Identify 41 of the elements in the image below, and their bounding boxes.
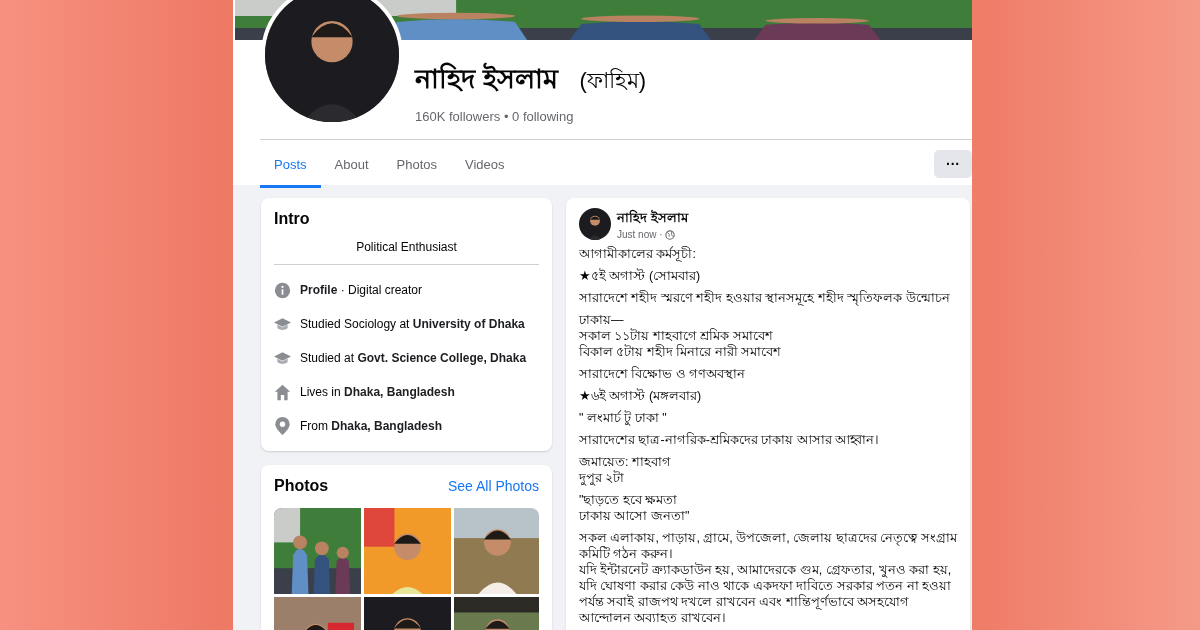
info-icon — [274, 281, 291, 299]
profile-name: নাহিদ ইসলাম — [415, 61, 558, 96]
globe-icon — [664, 229, 675, 240]
post-text: সারাদেশে শহীদ স্মরণে শহীদ হওয়ার স্থানসমূহে শহীদ স্মৃতিফলক উন্মোচন — [579, 290, 950, 306]
post-text: ঢাকায় আসো জনতা" — [579, 508, 690, 524]
post-text: আগামীকালের কর্মসূচী: — [579, 246, 696, 262]
intro-detail: Profile · Digital creator — [300, 283, 423, 297]
post-text: বিকাল ৫টায় শহীদ মিনারে নারী সমাবেশ — [579, 344, 782, 360]
profile-tab[interactable]: Posts — [260, 140, 321, 188]
post-text: সকাল ১১টায় শাহবাগে শ্রমিক সমাবেশ — [579, 328, 773, 344]
intro-detail: Studied Sociology at University of Dhaka — [300, 317, 525, 331]
profile-tab[interactable]: About — [320, 140, 383, 188]
post-text: "ছাড়তে হবে ক্ষমতা — [579, 492, 678, 508]
location-pin-icon — [275, 417, 290, 435]
graduation-cap-icon — [274, 350, 291, 366]
intro-detail: Studied at Govt. Science College, Dhaka — [300, 351, 527, 365]
post-text: সকল এলাকায়, পাড়ায়, গ্রামে, উপজেলা, জেলায় ছাত্রদের নেতৃত্বে সংগ্রাম কমিটি গঠন করুন। — [579, 530, 957, 562]
more-button[interactable]: ··· — [934, 150, 972, 178]
post-time: Just now · — [617, 229, 663, 240]
profile-tab[interactable]: Videos — [451, 140, 519, 188]
see-all-photos-link[interactable]: See All Photos — [447, 478, 539, 494]
post-text: ★৬ই অগাস্ট (মঙ্গলবার) — [579, 388, 702, 404]
post-text: " লংমার্চ টু ঢাকা " — [579, 410, 667, 426]
post-text: জমায়েত: শাহবাগ — [579, 454, 671, 470]
alternate-name: (ফাহিম) — [579, 67, 647, 95]
graduation-cap-icon — [274, 316, 291, 332]
bio-text: Political Enthusiast — [356, 240, 457, 254]
post-author[interactable]: নাহিদ ইসলাম — [617, 208, 688, 229]
post-text: সারাদেশের ছাত্র-নাগরিক-শ্রমিকদের ঢাকায় আসার আহ্বান। — [579, 432, 880, 448]
card-title: Intro — [274, 210, 310, 228]
profile-tab[interactable]: Photos — [382, 140, 451, 188]
post-text: ★৫ই অগাস্ট (সোমবার) — [579, 268, 701, 284]
post-text: দুপুর ২টা — [579, 470, 625, 486]
post-text: ঢাকায়— — [579, 312, 624, 328]
intro-detail: From Dhaka, Bangladesh — [300, 419, 443, 433]
post-text: সারাদেশে বিক্ষোভ ও গণঅবস্থান — [579, 366, 746, 382]
intro-detail: Lives in Dhaka, Bangladesh — [300, 385, 455, 399]
card-title: Photos — [274, 477, 329, 495]
house-icon — [274, 383, 291, 401]
post-text: যদি ইন্টারনেট ক্র্যাকডাউন হয়, আমাদেরকে গুম, গ্রেফতার, খুনও করা হয়, যদি ঘোষণা করার কেউ নাও থাকে একদফা দাবিতে সরকার পতন না হওয়া পর্যন্ত সবাই রাজপথ দখলে রাখবেন এবং শান্তিপূর্ণভাবে অসহযোগ আন্দোলন অব্যাহত রাখবেন। — [579, 562, 953, 626]
follower-count: 160K followers • 0 following — [415, 109, 574, 124]
